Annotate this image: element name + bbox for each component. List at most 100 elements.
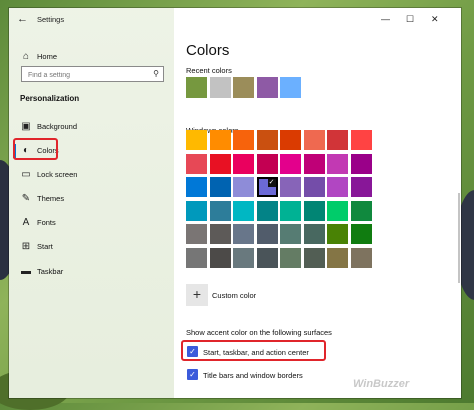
accent-heading: Show accent color on the following surfa… — [186, 328, 332, 337]
sidebar-item-label: Home — [37, 52, 58, 61]
scrollbar[interactable] — [458, 193, 460, 283]
color-swatch[interactable] — [350, 247, 372, 268]
color-swatch[interactable] — [233, 224, 254, 244]
color-swatch[interactable] — [303, 153, 325, 174]
search-box[interactable]: ⚲ — [21, 66, 164, 82]
color-swatch[interactable] — [327, 247, 348, 268]
maximize-button[interactable]: ☐ — [406, 14, 414, 25]
color-swatch[interactable] — [280, 130, 301, 150]
color-swatch[interactable] — [303, 247, 325, 268]
monitor-icon: ▭ — [21, 169, 31, 180]
back-button[interactable]: ← — [17, 13, 28, 25]
color-swatch[interactable] — [280, 200, 301, 221]
color-swatch[interactable] — [186, 177, 207, 197]
color-swatch[interactable] — [209, 177, 231, 197]
sidebar-item-home[interactable]: ⌂ Home — [9, 46, 174, 68]
color-swatch[interactable] — [209, 224, 231, 244]
sidebar-item-label: Taskbar — [37, 267, 64, 276]
checkbox-highlight-box — [181, 340, 326, 361]
color-swatch[interactable] — [233, 247, 254, 268]
color-swatch[interactable] — [327, 224, 348, 244]
colors-highlight-box — [13, 138, 58, 160]
plus-icon: + — [192, 286, 202, 302]
sidebar-item-background[interactable]: ▣ Background — [9, 116, 174, 138]
recent-color-swatch[interactable] — [186, 77, 207, 98]
recent-colors-label: Recent colors — [186, 66, 232, 75]
sidebar-item-themes[interactable]: ✎ Themes — [9, 188, 174, 210]
color-swatch[interactable]: ✓ — [255, 176, 279, 198]
sidebar-item-label: Lock screen — [37, 170, 78, 179]
color-swatch[interactable] — [303, 224, 325, 244]
color-swatch[interactable] — [350, 177, 372, 197]
color-swatch[interactable] — [303, 177, 325, 197]
color-swatch[interactable] — [209, 247, 231, 268]
search-icon: ⚲ — [153, 69, 159, 78]
color-swatch[interactable] — [186, 130, 207, 150]
color-swatch[interactable] — [350, 153, 372, 174]
sidebar-item-label: Start — [37, 242, 53, 251]
color-swatch[interactable] — [256, 153, 278, 174]
color-swatch[interactable] — [209, 130, 231, 150]
picture-icon: ▣ — [21, 121, 31, 132]
sidebar-item-label: Themes — [37, 194, 65, 203]
sidebar-item-start[interactable]: ⊞ Start — [9, 236, 174, 258]
section-title: Personalization — [20, 94, 80, 103]
color-swatch[interactable] — [303, 130, 325, 150]
sidebar-item-label: Fonts — [37, 218, 56, 227]
selected-check-icon: ✓ — [267, 179, 276, 187]
color-swatch[interactable] — [233, 153, 254, 174]
minimize-button[interactable]: — — [381, 14, 390, 24]
custom-color-button[interactable]: + — [186, 284, 208, 306]
font-icon: A — [22, 217, 30, 228]
color-swatch[interactable] — [350, 224, 372, 244]
color-swatch[interactable] — [280, 153, 301, 174]
main-content: — ☐ ✕ Colors Recent colors Windows color… — [174, 8, 461, 398]
close-button[interactable]: ✕ — [431, 14, 439, 25]
color-swatch[interactable] — [327, 200, 348, 221]
color-swatch[interactable] — [233, 200, 254, 221]
color-swatch[interactable] — [256, 247, 278, 268]
sidebar-item-taskbar[interactable]: ▬ Taskbar — [9, 261, 174, 283]
recent-color-swatch[interactable] — [209, 77, 231, 98]
color-swatch[interactable] — [186, 224, 207, 244]
sidebar: ← Settings ⌂ Home ⚲ Personalization ▣ Ba… — [9, 8, 174, 398]
title-bars-checkbox[interactable]: ✓ — [187, 369, 198, 380]
color-swatch[interactable] — [209, 200, 231, 221]
color-swatch[interactable] — [256, 224, 278, 244]
color-swatch[interactable] — [256, 200, 278, 221]
brush-icon: ✎ — [21, 193, 31, 204]
color-swatch[interactable] — [209, 153, 231, 174]
color-swatch[interactable] — [327, 130, 348, 150]
sidebar-item-lock-screen[interactable]: ▭ Lock screen — [9, 164, 174, 186]
color-swatch[interactable] — [327, 177, 348, 197]
sidebar-item-fonts[interactable]: A Fonts — [9, 212, 174, 234]
color-swatch[interactable] — [280, 224, 301, 244]
color-swatch[interactable] — [233, 177, 254, 197]
recent-color-swatch[interactable] — [280, 77, 301, 98]
start-icon: ⊞ — [21, 241, 31, 252]
color-swatch[interactable] — [233, 130, 254, 150]
color-swatch[interactable] — [280, 247, 301, 268]
color-swatch[interactable] — [186, 247, 207, 268]
title-bars-label: Title bars and window borders — [203, 371, 303, 380]
page-title: Colors — [186, 42, 230, 59]
title-bar: ← Settings — [9, 8, 174, 32]
custom-color-label: Custom color — [212, 291, 257, 300]
color-swatch[interactable] — [303, 200, 325, 221]
color-swatch[interactable] — [350, 200, 372, 221]
color-swatch[interactable] — [327, 153, 348, 174]
sidebar-item-label: Background — [37, 122, 78, 131]
color-swatch[interactable] — [186, 153, 207, 174]
taskbar-icon: ▬ — [21, 266, 31, 277]
color-swatch[interactable] — [280, 177, 301, 197]
color-swatch[interactable] — [186, 200, 207, 221]
color-swatch[interactable] — [350, 130, 372, 150]
recent-color-swatch[interactable] — [233, 77, 254, 98]
watermark: WinBuzzer — [353, 378, 410, 390]
home-icon: ⌂ — [22, 51, 30, 62]
settings-window: ← Settings ⌂ Home ⚲ Personalization ▣ Ba… — [9, 8, 461, 398]
window-title: Settings — [37, 15, 65, 24]
color-swatch[interactable] — [256, 130, 278, 150]
recent-color-swatch[interactable] — [256, 77, 278, 98]
search-input[interactable] — [26, 69, 148, 81]
